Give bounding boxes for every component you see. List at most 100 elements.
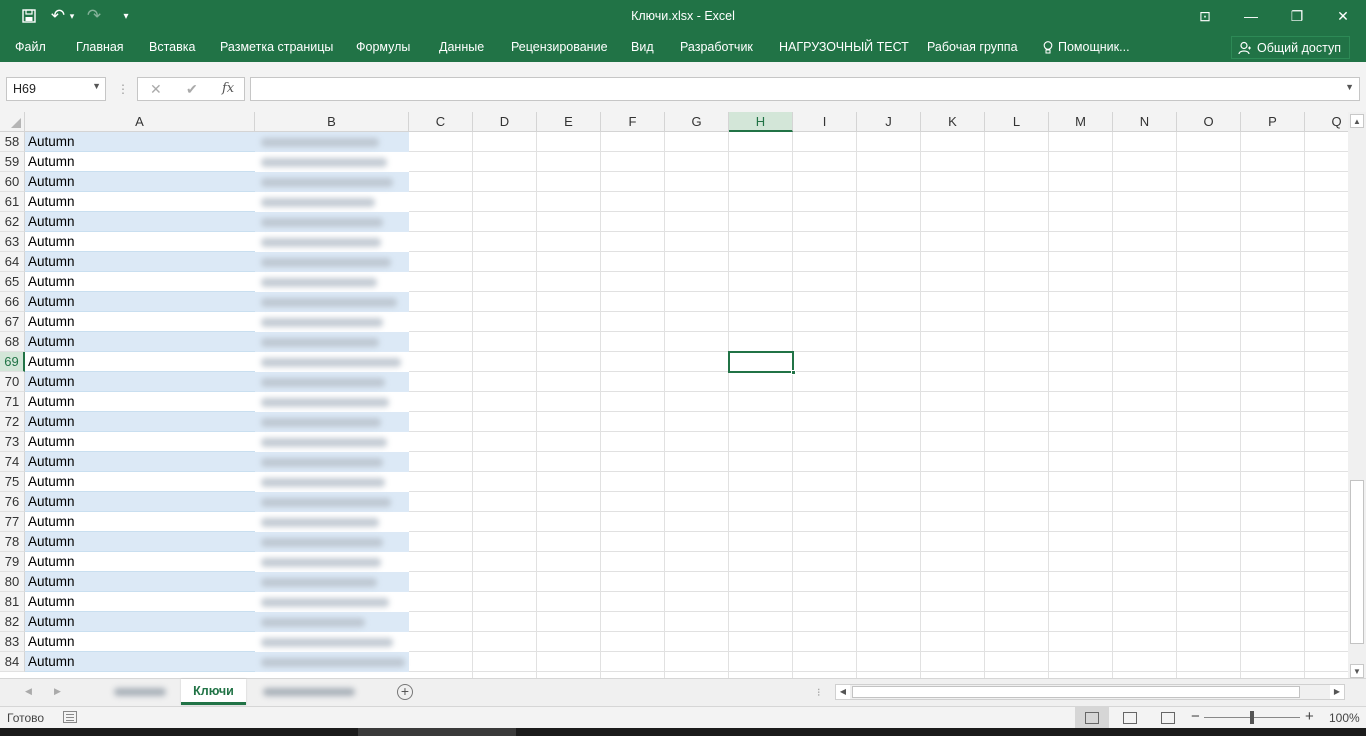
column-header-q[interactable]: Q (1305, 112, 1348, 132)
column-header-k[interactable]: K (921, 112, 985, 132)
close-button[interactable]: ✕ (1320, 0, 1366, 32)
cell-a[interactable]: Autumn (25, 532, 255, 552)
column-header-l[interactable]: L (985, 112, 1049, 132)
expand-formula-bar-icon[interactable]: ▼ (1345, 82, 1354, 92)
cell-a[interactable]: Autumn (25, 472, 255, 492)
formula-input[interactable]: ▼ (250, 77, 1360, 101)
zoom-level[interactable]: 100% (1329, 711, 1360, 725)
row-header[interactable]: 72 (0, 412, 25, 432)
fill-handle[interactable] (791, 370, 796, 375)
column-header-b[interactable]: B (255, 112, 409, 132)
add-sheet-button[interactable]: + (397, 684, 413, 700)
row-header[interactable]: 80 (0, 572, 25, 592)
row-header[interactable]: 64 (0, 252, 25, 272)
tab-insert[interactable]: Вставка (149, 40, 195, 54)
share-button[interactable]: Общий доступ (1231, 36, 1350, 59)
cell-a[interactable]: Autumn (25, 132, 255, 152)
cell-a[interactable]: Autumn (25, 572, 255, 592)
cell-a[interactable]: Autumn (25, 552, 255, 572)
restore-button[interactable]: ❐ (1274, 0, 1320, 32)
macro-recording-icon[interactable] (63, 711, 77, 723)
row-header[interactable]: 61 (0, 192, 25, 212)
cell-b-redacted[interactable] (255, 412, 409, 432)
cell-a[interactable]: Autumn (25, 272, 255, 292)
cell-b-redacted[interactable] (255, 652, 409, 672)
column-header-e[interactable]: E (537, 112, 601, 132)
select-all-button[interactable] (0, 112, 25, 132)
cell-b-redacted[interactable] (255, 172, 409, 192)
row-header[interactable]: 71 (0, 392, 25, 412)
cell-a[interactable]: Autumn (25, 592, 255, 612)
zoom-in-button[interactable]: + (1305, 708, 1314, 725)
cell-a[interactable]: Autumn (25, 412, 255, 432)
row-header[interactable]: 82 (0, 612, 25, 632)
column-header-i[interactable]: I (793, 112, 857, 132)
cell-b-redacted[interactable] (255, 492, 409, 512)
row-header[interactable]: 76 (0, 492, 25, 512)
tab-split-handle[interactable]: ⁝ (817, 686, 821, 699)
scroll-right-icon[interactable]: ▶ (1330, 685, 1344, 699)
cell-b-redacted[interactable] (255, 272, 409, 292)
column-header-n[interactable]: N (1113, 112, 1177, 132)
row-header[interactable]: 75 (0, 472, 25, 492)
cell-b-redacted[interactable] (255, 232, 409, 252)
column-header-p[interactable]: P (1241, 112, 1305, 132)
cell-b-redacted[interactable] (255, 592, 409, 612)
column-header-m[interactable]: M (1049, 112, 1113, 132)
sheet-tab-redacted-2[interactable] (253, 679, 365, 705)
cell-b-redacted[interactable] (255, 452, 409, 472)
cell-b-redacted[interactable] (255, 372, 409, 392)
vertical-scrollbar[interactable]: ▲ ▼ (1348, 112, 1366, 678)
cell-b-redacted[interactable] (255, 632, 409, 652)
cell-b-redacted[interactable] (255, 532, 409, 552)
vertical-scroll-thumb[interactable] (1350, 480, 1364, 644)
cell-b-redacted[interactable] (255, 252, 409, 272)
cell-b-redacted[interactable] (255, 292, 409, 312)
enter-icon[interactable]: ✔ (186, 81, 198, 98)
chevron-down-icon[interactable]: ▼ (92, 81, 101, 91)
row-header[interactable]: 65 (0, 272, 25, 292)
row-header[interactable]: 62 (0, 212, 25, 232)
worksheet-grid[interactable]: A B C D E F G H I J K L M N O P Q 58 Autumn 59 Autumn 60 Autum… (0, 112, 1348, 678)
cell-a[interactable]: Autumn (25, 372, 255, 392)
scroll-up-icon[interactable]: ▲ (1350, 114, 1364, 128)
ribbon-display-options-icon[interactable]: ⊡ (1182, 0, 1228, 32)
cell-a[interactable]: Autumn (25, 192, 255, 212)
sheet-tab-redacted-1[interactable] (100, 679, 180, 705)
column-header-g[interactable]: G (665, 112, 729, 132)
tab-load-test[interactable]: НАГРУЗОЧНЫЙ ТЕСТ (779, 40, 909, 54)
horizontal-scrollbar[interactable]: ◀ ▶ (835, 684, 1345, 700)
row-header[interactable]: 67 (0, 312, 25, 332)
cell-a[interactable]: Autumn (25, 232, 255, 252)
active-cell[interactable] (728, 351, 796, 375)
taskbar-item[interactable] (358, 728, 516, 736)
cell-b-redacted[interactable] (255, 432, 409, 452)
cell-a[interactable]: Autumn (25, 612, 255, 632)
column-header-o[interactable]: O (1177, 112, 1241, 132)
horizontal-scroll-thumb[interactable] (852, 686, 1300, 698)
column-header-d[interactable]: D (473, 112, 537, 132)
normal-view-button[interactable] (1075, 707, 1109, 728)
tab-page-layout[interactable]: Разметка страницы (220, 40, 333, 54)
cell-a[interactable]: Autumn (25, 312, 255, 332)
column-header-a[interactable]: A (25, 112, 255, 132)
row-header[interactable]: 58 (0, 132, 25, 152)
name-box[interactable]: H69 ▼ (6, 77, 106, 101)
row-header[interactable]: 81 (0, 592, 25, 612)
insert-function-icon[interactable]: fx (222, 81, 234, 96)
cell-b-redacted[interactable] (255, 192, 409, 212)
zoom-slider-thumb[interactable] (1250, 711, 1254, 724)
cell-a[interactable]: Autumn (25, 352, 255, 372)
row-header[interactable]: 74 (0, 452, 25, 472)
tab-developer[interactable]: Разработчик (680, 40, 753, 54)
row-header[interactable]: 69 (0, 352, 25, 372)
row-header[interactable]: 68 (0, 332, 25, 352)
formula-bar-splitter[interactable]: ⋮ (117, 82, 129, 96)
row-header[interactable]: 63 (0, 232, 25, 252)
prev-sheet-icon[interactable]: ◀ (25, 686, 32, 697)
page-layout-view-button[interactable] (1113, 707, 1147, 728)
cell-b-redacted[interactable] (255, 472, 409, 492)
minimize-button[interactable]: — (1228, 0, 1274, 32)
cell-a[interactable]: Autumn (25, 332, 255, 352)
cell-a[interactable]: Autumn (25, 432, 255, 452)
